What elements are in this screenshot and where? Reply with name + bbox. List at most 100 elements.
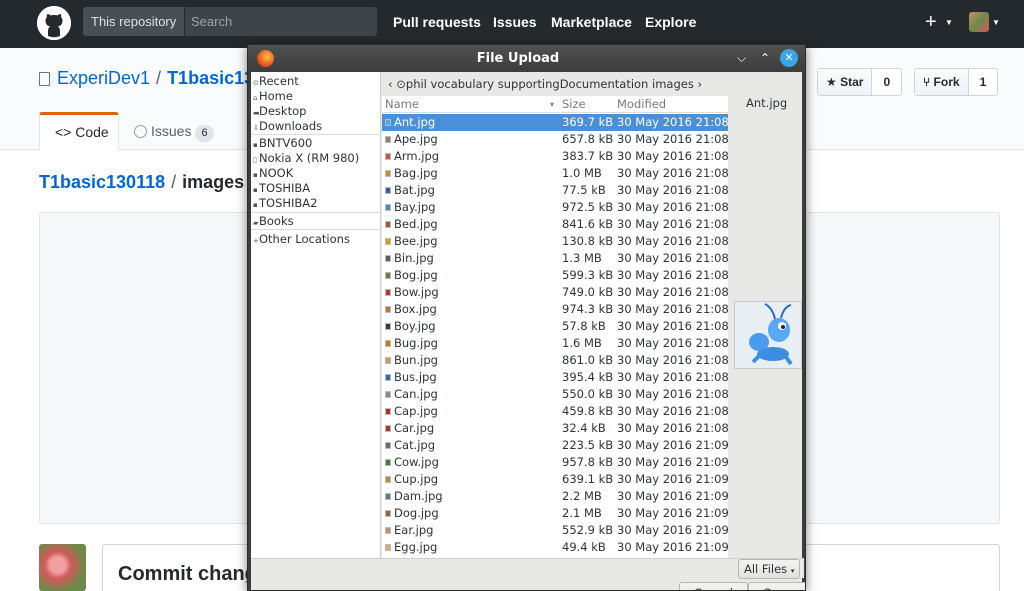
file-row[interactable]: Bus.jpg 395.4 kB 30 May 2016 21:08: [382, 369, 728, 386]
file-row[interactable]: Box.jpg 974.3 kB 30 May 2016 21:08: [382, 301, 728, 318]
file-row[interactable]: Cow.jpg 957.8 kB 30 May 2016 21:09: [382, 454, 728, 471]
file-size: 2.2 MB: [562, 489, 602, 503]
github-logo-icon[interactable]: [37, 6, 71, 40]
file-row[interactable]: Bee.jpg 130.8 kB 30 May 2016 21:08: [382, 233, 728, 250]
issue-icon: [134, 125, 147, 138]
tab-issues-label: Issues: [151, 123, 192, 139]
search-input[interactable]: [184, 7, 374, 36]
file-row[interactable]: Bag.jpg 1.0 MB 30 May 2016 21:08: [382, 165, 728, 182]
file-row[interactable]: Dog.jpg 2.1 MB 30 May 2016 21:09: [382, 505, 728, 522]
star-button-group[interactable]: ★ Star 0: [817, 68, 903, 96]
column-modified-header[interactable]: Modified: [617, 96, 666, 112]
issues-counter: 6: [195, 125, 214, 142]
file-name: Ant.jpg: [394, 115, 436, 129]
tab-code[interactable]: <> Code: [39, 112, 119, 150]
place-item-8[interactable]: ▪TOSHIBA2: [253, 196, 318, 211]
image-file-icon: [385, 272, 391, 279]
file-name: Bay.jpg: [394, 200, 436, 214]
file-modified: 30 May 2016 21:09: [617, 438, 728, 452]
nav-marketplace[interactable]: Marketplace: [551, 0, 632, 48]
image-file-icon: [385, 374, 391, 381]
place-item-10[interactable]: +Other Locations: [253, 232, 350, 247]
file-row[interactable]: Arm.jpg 383.7 kB 30 May 2016 21:08: [382, 148, 728, 165]
fork-count[interactable]: 1: [969, 69, 998, 95]
file-name: Bow.jpg: [394, 285, 439, 299]
place-item-5[interactable]: ▯ Nokia X (RM 980): [253, 151, 359, 166]
file-size: 749.0 kB: [562, 285, 614, 299]
file-row[interactable]: Bow.jpg 749.0 kB 30 May 2016 21:08: [382, 284, 728, 301]
nav-issues[interactable]: Issues: [493, 0, 537, 48]
nav-explore[interactable]: Explore: [645, 0, 696, 48]
file-row[interactable]: Cup.jpg 639.1 kB 30 May 2016 21:09: [382, 471, 728, 488]
fork-button[interactable]: ⑂ Fork: [915, 69, 969, 95]
file-row[interactable]: Bun.jpg 861.0 kB 30 May 2016 21:08: [382, 352, 728, 369]
file-row[interactable]: Cap.jpg 459.8 kB 30 May 2016 21:08: [382, 403, 728, 420]
fork-button-group[interactable]: ⑂ Fork 1: [914, 68, 999, 96]
maximize-icon[interactable]: ⌃: [760, 50, 770, 66]
chevron-down-icon[interactable]: ▼: [992, 18, 1000, 27]
file-name: Cap.jpg: [394, 404, 438, 418]
create-new-icon[interactable]: +: [925, 11, 937, 33]
file-size: 369.7 kB: [562, 115, 614, 129]
star-label: Star: [840, 75, 864, 89]
file-name: Can.jpg: [394, 387, 438, 401]
file-row[interactable]: Can.jpg 550.0 kB 30 May 2016 21:08: [382, 386, 728, 403]
file-row[interactable]: Cat.jpg 223.5 kB 30 May 2016 21:09: [382, 437, 728, 454]
file-row[interactable]: Bog.jpg 599.3 kB 30 May 2016 21:08: [382, 267, 728, 284]
place-item-0[interactable]: ⊙Recent: [253, 74, 299, 89]
minimize-icon[interactable]: ⌵: [737, 50, 746, 66]
file-row[interactable]: Bug.jpg 1.6 MB 30 May 2016 21:08: [382, 335, 728, 352]
place-item-7[interactable]: ▪TOSHIBA: [253, 181, 310, 196]
file-row[interactable]: Bin.jpg 1.3 MB 30 May 2016 21:08: [382, 250, 728, 267]
image-file-icon: [385, 153, 391, 160]
file-row[interactable]: Bat.jpg 77.5 kB 30 May 2016 21:08: [382, 182, 728, 199]
place-item-6[interactable]: ▪NOOK: [253, 166, 293, 181]
place-label: Downloads: [259, 119, 323, 133]
open-button[interactable]: Open: [748, 582, 805, 590]
chevron-down-icon[interactable]: ▼: [945, 18, 953, 27]
dialog-frame-right: [802, 72, 805, 590]
file-row[interactable]: Boy.jpg 57.8 kB 30 May 2016 21:08: [382, 318, 728, 335]
image-file-icon: [385, 442, 391, 449]
file-modified: 30 May 2016 21:08: [617, 404, 728, 418]
column-name-header[interactable]: Name: [385, 96, 419, 112]
star-button[interactable]: ★ Star: [818, 69, 873, 95]
file-row[interactable]: Ant.jpg 369.7 kB 30 May 2016 21:08: [382, 114, 728, 131]
star-count[interactable]: 0: [872, 69, 901, 95]
file-size: 639.1 kB: [562, 472, 614, 486]
place-label: TOSHIBA2: [259, 196, 318, 210]
file-row[interactable]: Bay.jpg 972.5 kB 30 May 2016 21:08: [382, 199, 728, 216]
nav-pull-requests[interactable]: Pull requests: [393, 0, 481, 48]
tab-issues[interactable]: Issues 6: [134, 112, 214, 150]
place-item-4[interactable]: ▪BNTV600: [253, 136, 312, 151]
file-modified: 30 May 2016 21:09: [617, 472, 728, 486]
file-row[interactable]: Ear.jpg 552.9 kB 30 May 2016 21:09: [382, 522, 728, 539]
file-row[interactable]: Dam.jpg 2.2 MB 30 May 2016 21:09: [382, 488, 728, 505]
path-bar[interactable]: ‹ ⊙phil vocabulary supportingDocumentati…: [382, 72, 728, 96]
file-size: 49.4 kB: [562, 540, 606, 554]
place-item-2[interactable]: ▬Desktop: [253, 104, 306, 119]
file-modified: 30 May 2016 21:08: [617, 183, 728, 197]
file-row[interactable]: Egg.jpg 49.4 kB 30 May 2016 21:09: [382, 539, 728, 556]
file-size: 599.3 kB: [562, 268, 614, 282]
file-row[interactable]: Bed.jpg 841.6 kB 30 May 2016 21:08: [382, 216, 728, 233]
place-item-3[interactable]: ⇩Downloads: [253, 119, 322, 134]
breadcrumb-repo-link[interactable]: T1basic130118: [39, 172, 165, 192]
user-avatar[interactable]: [969, 12, 989, 32]
file-row[interactable]: Ape.jpg 657.8 kB 30 May 2016 21:08: [382, 131, 728, 148]
dialog-titlebar[interactable]: File Upload ⌵ ⌃ ✕: [248, 45, 805, 72]
file-modified: 30 May 2016 21:09: [617, 540, 728, 554]
cancel-button[interactable]: Cancel: [679, 582, 748, 590]
column-size-header[interactable]: Size: [562, 96, 586, 112]
repo-name-link[interactable]: T1basic13: [167, 68, 254, 88]
place-item-1[interactable]: ⌂ Home: [253, 89, 293, 104]
image-file-icon: [385, 255, 391, 262]
search-box[interactable]: This repository: [83, 7, 377, 36]
file-size: 972.5 kB: [562, 200, 614, 214]
file-type-filter[interactable]: All Files ▾: [738, 559, 801, 579]
sort-descending-icon[interactable]: ▾: [550, 97, 554, 113]
repo-owner-link[interactable]: ExperiDev1: [57, 68, 150, 88]
place-item-9[interactable]: ▰Books: [253, 214, 294, 229]
file-row[interactable]: Car.jpg 32.4 kB 30 May 2016 21:08: [382, 420, 728, 437]
close-icon[interactable]: ✕: [780, 49, 798, 67]
